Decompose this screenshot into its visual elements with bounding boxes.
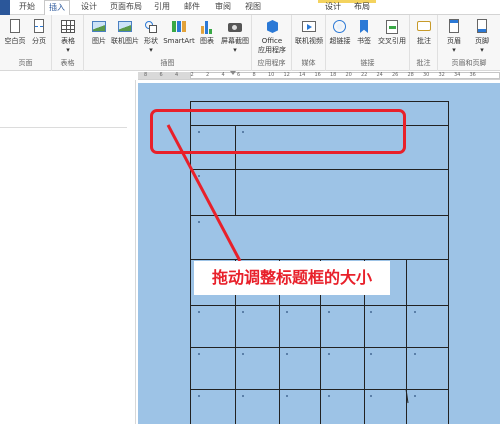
group-tables: 表格 ▾ 表格 [52, 15, 84, 71]
file-tab[interactable] [0, 0, 10, 15]
callout-label: 拖动调整标题框的大小 [194, 261, 390, 295]
group-label-media: 媒体 [301, 59, 316, 67]
group-label-links: 链接 [360, 59, 375, 67]
group-illustrations: 图片 联机图片 形状 ▾ SmartArt 图表 屏幕截图 ▾ 插图 [84, 15, 252, 71]
ruler-number: 4 [175, 72, 179, 78]
chevron-down-icon: ▾ [233, 46, 237, 54]
table-icon [60, 19, 76, 35]
ruler-number: 28 [407, 72, 414, 78]
screenshot-icon [227, 19, 243, 35]
tab-references[interactable]: 引用 [150, 0, 174, 15]
blank-page-icon [7, 19, 23, 35]
chart-icon [199, 19, 215, 35]
page-break-button[interactable]: 分页 [28, 19, 50, 57]
chevron-down-icon: ▾ [66, 46, 70, 54]
horizontal-ruler[interactable]: 8 6 4 2 2 4 6 8 10 12 14 16 18 20 22 24 26 28 30 32 34 36 [138, 71, 500, 80]
ribbon-insert: 空白页 分页 页面 表格 ▾ 表格 图片 联机图片 形状 ▾ SmartArt … [0, 15, 500, 71]
office-apps-button[interactable]: Office 应用程序 [255, 19, 289, 57]
cross-reference-icon [384, 19, 400, 35]
ruler-number: 6 [159, 72, 163, 78]
comment-button[interactable]: 批注 [413, 19, 435, 57]
chevron-down-icon: ▾ [452, 46, 456, 54]
group-label-pages: 页面 [18, 59, 33, 67]
hyperlink-button[interactable]: 超链接 [328, 19, 352, 57]
group-comments: 批注 批注 [410, 15, 438, 71]
ruler-number: 8 [144, 72, 148, 78]
group-label-comments: 批注 [416, 59, 431, 67]
online-video-button[interactable]: 联机视频 [294, 19, 324, 57]
group-header-footer: 页眉 ▾ 页脚 ▾ 页眉和页脚 [438, 15, 500, 71]
page-break-icon [31, 19, 47, 35]
tab-insert[interactable]: 插入 [44, 0, 70, 16]
tab-table-layout[interactable]: 布局 [349, 0, 375, 15]
online-picture-icon [117, 19, 133, 35]
online-picture-button[interactable]: 联机图片 [110, 19, 140, 57]
chevron-down-icon: ▾ [149, 46, 153, 54]
chart-button[interactable]: 图表 [196, 19, 218, 57]
office-apps-icon [264, 19, 280, 35]
shapes-icon [143, 19, 159, 35]
tab-view[interactable]: 视图 [240, 0, 266, 15]
screenshot-button[interactable]: 屏幕截图 ▾ [219, 19, 251, 57]
ruler-number: 20 [345, 72, 352, 78]
ruler-number: 26 [392, 72, 399, 78]
ruler-number: 2 [190, 72, 194, 78]
group-media: 联机视频 媒体 [292, 15, 326, 71]
header-button[interactable]: 页眉 ▾ [442, 19, 466, 57]
footer-button[interactable]: 页脚 ▾ [470, 19, 494, 57]
ruler-number: 22 [361, 72, 368, 78]
header-icon [446, 19, 462, 35]
ruler-number: 32 [438, 72, 445, 78]
ruler-number: 24 [376, 72, 383, 78]
chevron-down-icon: ▾ [480, 46, 484, 54]
blank-page-button[interactable]: 空白页 [4, 19, 26, 57]
document-page[interactable]: 拖动调整标题框的大小 [138, 83, 500, 424]
ruler-number: 6 [237, 72, 241, 78]
divider [0, 127, 127, 128]
left-blank-area [0, 71, 127, 424]
vertical-ruler[interactable] [127, 80, 136, 424]
hyperlink-icon [332, 19, 348, 35]
cross-reference-button[interactable]: 交叉引用 [376, 19, 408, 57]
shapes-button[interactable]: 形状 ▾ [140, 19, 162, 57]
group-label-illustrations: 插图 [160, 59, 175, 67]
tab-review[interactable]: 审阅 [210, 0, 236, 15]
ruler-number: 36 [469, 72, 476, 78]
ruler-number: 8 [252, 72, 256, 78]
ruler-number: 14 [299, 72, 306, 78]
smartart-button[interactable]: SmartArt [163, 19, 195, 57]
bookmark-icon [356, 19, 372, 35]
online-video-icon [301, 19, 317, 35]
tab-mailings[interactable]: 邮件 [180, 0, 204, 15]
ruler-number: 10 [268, 72, 275, 78]
ribbon-tab-bar: 开始 插入 设计 页面布局 引用 邮件 审阅 视图 设计 布局 [0, 0, 500, 16]
ruler-number: 2 [206, 72, 210, 78]
smartart-icon [171, 19, 187, 35]
ruler-number: 34 [454, 72, 461, 78]
tab-home[interactable]: 开始 [14, 0, 40, 15]
footer-icon [474, 19, 490, 35]
tab-table-design[interactable]: 设计 [320, 0, 346, 15]
ruler-number: 16 [314, 72, 321, 78]
table-end-mark [405, 388, 409, 404]
group-pages: 空白页 分页 页面 [0, 15, 52, 71]
tab-page-layout[interactable]: 页面布局 [106, 0, 146, 15]
comment-icon [416, 19, 432, 35]
ruler-number: 18 [330, 72, 337, 78]
bookmark-button[interactable]: 书签 [354, 19, 374, 57]
title-box-highlight [150, 109, 406, 154]
group-label-apps: 应用程序 [257, 59, 286, 67]
tab-design[interactable]: 设计 [76, 0, 102, 15]
table-button[interactable]: 表格 ▾ [57, 19, 79, 57]
indent-marker[interactable] [230, 71, 236, 75]
group-label-tables: 表格 [60, 59, 75, 67]
ruler-number: 12 [283, 72, 290, 78]
picture-icon [91, 19, 107, 35]
picture-button[interactable]: 图片 [88, 19, 110, 57]
ruler-number: 4 [221, 72, 225, 78]
ruler-number: 30 [423, 72, 430, 78]
group-label-header-footer: 页眉和页脚 [451, 59, 487, 67]
group-apps: Office 应用程序 应用程序 [252, 15, 292, 71]
group-links: 超链接 书签 交叉引用 链接 [326, 15, 410, 71]
